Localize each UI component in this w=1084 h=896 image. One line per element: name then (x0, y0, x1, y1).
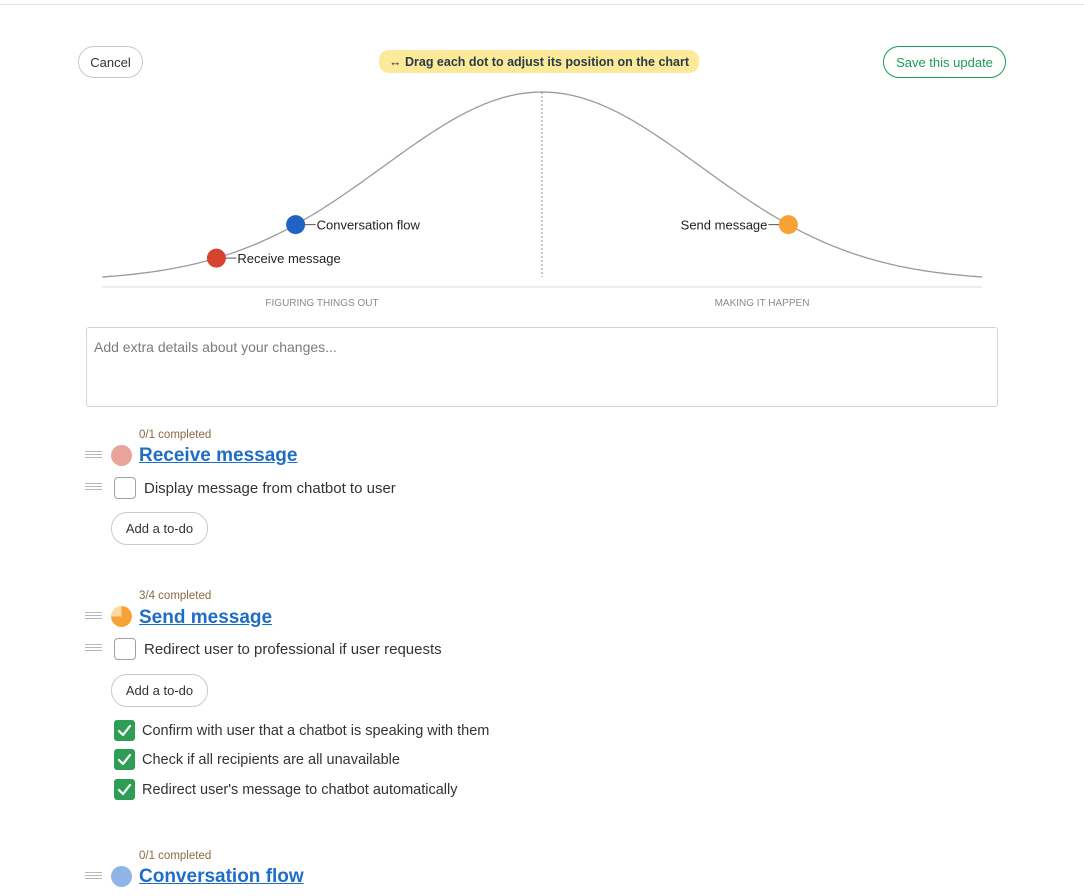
scope-title-link[interactable]: Conversation flow (139, 866, 304, 888)
add-todo-button[interactable]: Add a to-do (111, 674, 208, 707)
hill-dot-send-message[interactable] (778, 215, 798, 235)
checkmark-icon (117, 753, 132, 766)
scope-status-dot (111, 866, 132, 887)
checked-checkbox[interactable] (114, 720, 135, 741)
checkmark-icon (117, 724, 132, 737)
drag-hint-banner: ↔ Drag each dot to adjust its position o… (379, 50, 700, 73)
scope-progress-count: 0/1 completed (139, 429, 212, 441)
scope-title-link[interactable]: Receive message (139, 445, 297, 467)
scope-progress-count: 3/4 completed (139, 590, 212, 602)
drag-handle-icon[interactable] (85, 644, 102, 652)
save-update-button[interactable]: Save this update (883, 46, 1006, 78)
scope-status-dot (111, 445, 132, 466)
todo-text[interactable]: Display message from chatbot to user (144, 480, 396, 497)
checked-checkbox[interactable] (114, 749, 135, 770)
hill-dot-receive-message[interactable] (206, 248, 226, 268)
hill-curve (101, 91, 983, 278)
checked-checkbox[interactable] (114, 779, 135, 800)
hill-dots: Receive message Conversation flow Send mes… (206, 215, 798, 268)
hill-dot-label: Conversation flow (317, 218, 421, 233)
checkmark-icon (117, 783, 132, 796)
todo-checkbox[interactable] (114, 477, 136, 499)
hill-dot-label: Receive message (237, 251, 340, 266)
completed-todo-text[interactable]: Confirm with user that a chatbot is spea… (142, 723, 489, 739)
todo-checkbox[interactable] (114, 638, 136, 660)
drag-handle-icon[interactable] (85, 872, 102, 880)
scope-title-link[interactable]: Send message (139, 607, 272, 629)
todo-text[interactable]: Redirect user to professional if user re… (144, 641, 442, 658)
drag-handle-icon[interactable] (85, 483, 102, 491)
hill-left-label: FIGURING THINGS OUT (265, 298, 378, 309)
drag-handle-icon[interactable] (85, 451, 102, 459)
details-input[interactable] (86, 327, 998, 407)
cancel-button[interactable]: Cancel (78, 46, 143, 78)
add-todo-button[interactable]: Add a to-do (111, 512, 208, 545)
top-divider (0, 4, 1084, 5)
hill-dot-conversation-flow[interactable] (286, 215, 306, 235)
hill-right-label: MAKING IT HAPPEN (715, 298, 810, 309)
hill-dot-label: Send message (681, 218, 768, 233)
scope-progress-pie-icon (111, 606, 132, 627)
scope-progress-count: 0/1 completed (139, 850, 212, 862)
completed-todo-text[interactable]: Redirect user's message to chatbot autom… (142, 782, 457, 798)
completed-todo-text[interactable]: Check if all recipients are all unavaila… (142, 752, 400, 768)
drag-handle-icon[interactable] (85, 612, 102, 620)
